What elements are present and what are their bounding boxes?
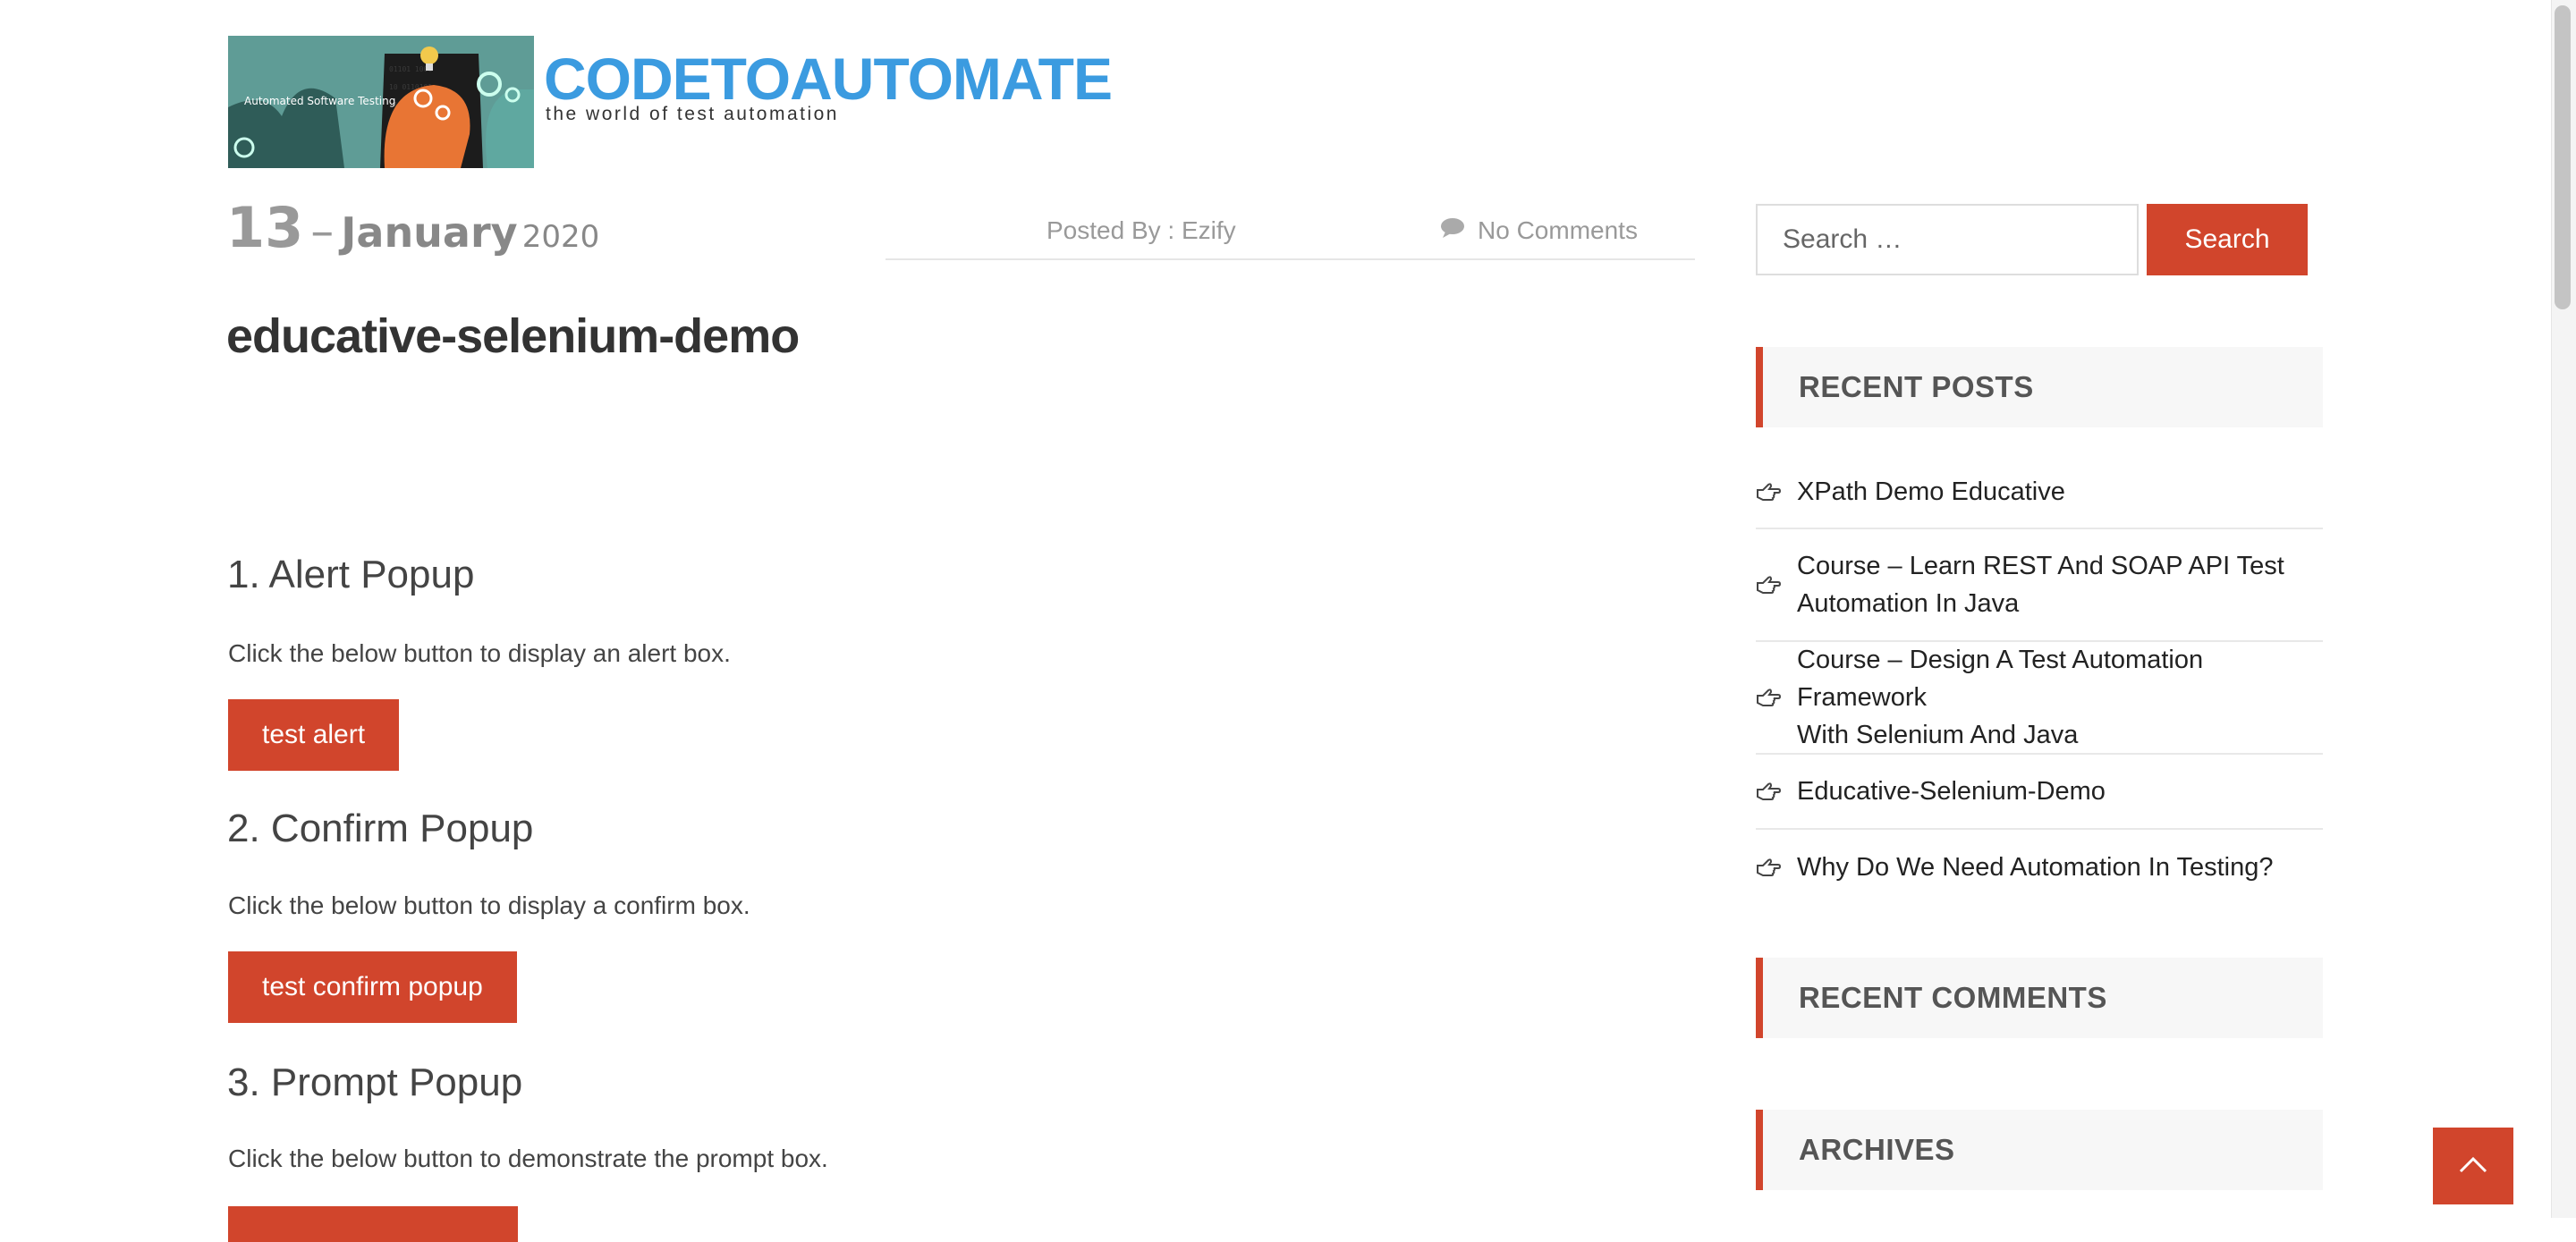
post-comments-link[interactable]: No Comments xyxy=(1440,216,1638,245)
hand-point-right-icon xyxy=(1756,482,1797,502)
chevron-up-icon xyxy=(2458,1154,2488,1179)
recent-post-title[interactable]: Why Do We Need Automation In Testing? xyxy=(1797,849,2274,886)
recent-post-item[interactable]: Educative-Selenium-Demo xyxy=(1756,755,2323,830)
recent-post-item[interactable]: XPath Demo Educative xyxy=(1756,456,2323,529)
post-date-separator: – xyxy=(310,205,335,258)
recent-post-title[interactable]: Course – Learn REST And SOAP API Test Aut… xyxy=(1797,547,2284,622)
recent-comments-heading: RECENT COMMENTS xyxy=(1756,958,2323,1038)
archives-heading: ARCHIVES xyxy=(1756,1110,2323,1190)
site-logo[interactable]: 01101 100110 0110101 1101 001010 1011 01… xyxy=(228,36,534,168)
meta-divider xyxy=(886,258,1695,260)
section-text-alert: Click the below button to display an ale… xyxy=(228,639,731,667)
post-comments-label: No Comments xyxy=(1478,216,1638,244)
page-scrollbar-thumb[interactable] xyxy=(2555,5,2571,309)
hand-point-right-icon xyxy=(1756,782,1797,801)
section-text-prompt: Click the below button to demonstrate th… xyxy=(228,1145,828,1172)
section-heading-prompt: 3. Prompt Popup xyxy=(227,1060,523,1104)
post-date-day: 13 xyxy=(226,195,304,260)
hand-point-right-icon xyxy=(1756,575,1797,595)
post-date: 13– January 2020 xyxy=(226,195,599,260)
recent-post-item[interactable]: Why Do We Need Automation In Testing? xyxy=(1756,830,2323,905)
post-author[interactable]: Posted By : Ezify xyxy=(1046,216,1236,245)
hand-point-right-icon xyxy=(1756,858,1797,877)
search-input[interactable] xyxy=(1756,204,2139,275)
recent-posts-list: XPath Demo Educative Course – Learn REST… xyxy=(1756,456,2323,905)
site-tagline: the world of test automation xyxy=(546,104,839,124)
post-date-month: January xyxy=(341,208,518,257)
recent-posts-heading: RECENT POSTS xyxy=(1756,347,2323,427)
recent-post-title[interactable]: Course – Design A Test Automation Framew… xyxy=(1797,641,2323,754)
recent-post-item[interactable]: Course – Design A Test Automation Framew… xyxy=(1756,642,2323,755)
site-title[interactable]: CODETOAUTOMATE xyxy=(544,45,1113,113)
section-heading-confirm: 2. Confirm Popup xyxy=(227,807,534,850)
hand-point-right-icon xyxy=(1756,688,1797,707)
test-confirm-popup-button[interactable]: test confirm popup xyxy=(228,951,517,1023)
section-heading-alert: 1. Alert Popup xyxy=(227,553,475,596)
post-title: educative-selenium-demo xyxy=(226,309,800,363)
section-text-confirm: Click the below button to display a conf… xyxy=(228,891,750,919)
comment-icon xyxy=(1440,216,1465,245)
svg-text:Automated Software Testing: Automated Software Testing xyxy=(244,95,395,107)
post-date-year: 2020 xyxy=(521,219,600,255)
test-alert-button[interactable]: test alert xyxy=(228,699,400,771)
recent-post-title[interactable]: Educative-Selenium-Demo xyxy=(1797,773,2106,810)
recent-post-title[interactable]: XPath Demo Educative xyxy=(1797,473,2065,511)
test-prompt-button[interactable] xyxy=(228,1206,518,1242)
recent-post-item[interactable]: Course – Learn REST And SOAP API Test Aut… xyxy=(1756,529,2323,642)
back-to-top-button[interactable] xyxy=(2433,1128,2513,1204)
search-button[interactable]: Search xyxy=(2147,204,2308,275)
